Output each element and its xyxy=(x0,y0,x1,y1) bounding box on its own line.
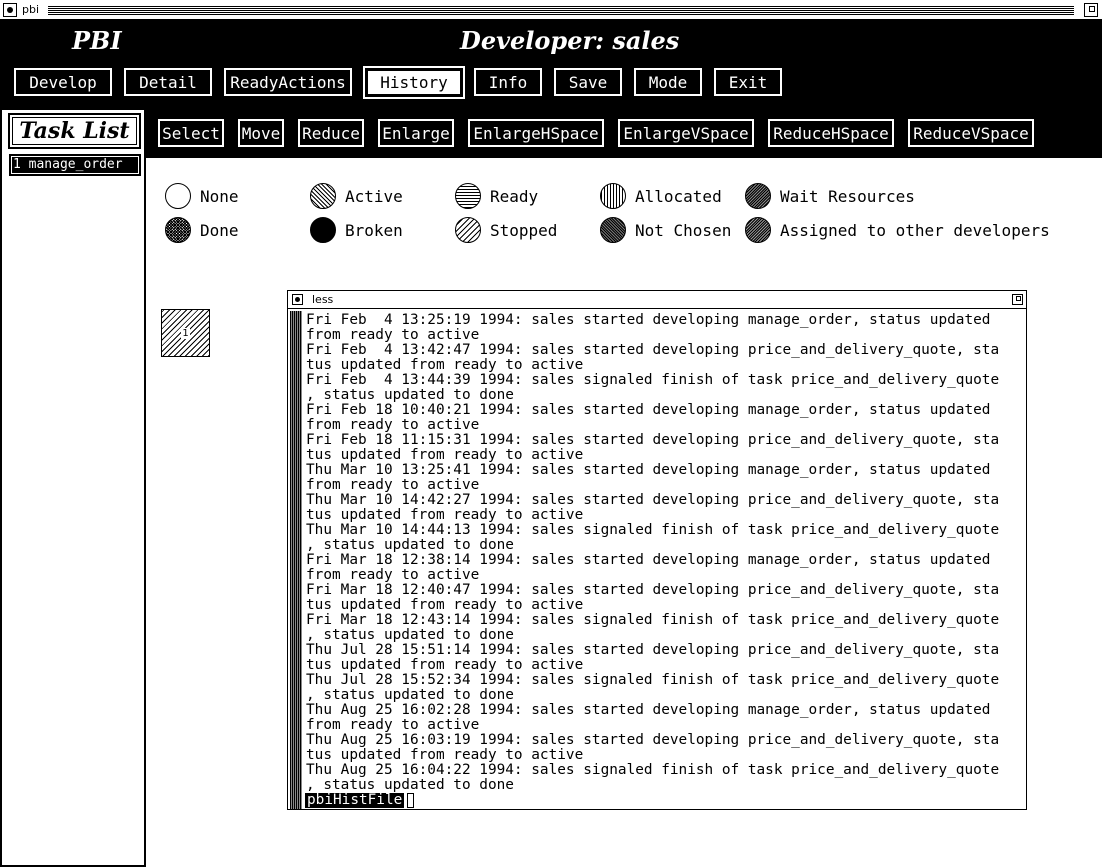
log-line: tus updated from ready to active xyxy=(306,657,584,673)
none-status-icon xyxy=(165,183,191,209)
log-line: , status updated to done xyxy=(306,537,514,553)
log-line: , status updated to done xyxy=(306,627,514,643)
legend-ready: Ready xyxy=(455,181,538,211)
app-name: PBI xyxy=(72,26,122,55)
detail-button[interactable]: Detail xyxy=(124,68,212,96)
assigned-status-icon xyxy=(745,217,771,243)
log-line: Thu Mar 10 14:44:13 1994: sales signaled… xyxy=(306,522,1000,538)
task-list-title: Task List xyxy=(8,113,141,149)
log-line: Thu Jul 28 15:52:34 1994: sales signaled… xyxy=(306,672,1000,688)
log-line: Thu Mar 10 13:25:41 1994: sales started … xyxy=(306,462,991,478)
history-log: Fri Feb 4 13:25:19 1994: sales started d… xyxy=(306,313,1028,793)
text-cursor xyxy=(407,793,414,808)
log-line: Fri Feb 18 10:40:21 1994: sales started … xyxy=(306,402,991,418)
less-resize-icon[interactable] xyxy=(1012,294,1023,305)
log-line: Fri Mar 18 12:38:14 1994: sales started … xyxy=(306,552,991,568)
info-button[interactable]: Info xyxy=(474,68,542,96)
ready-status-icon xyxy=(455,183,481,209)
window-title-bar[interactable]: pbi xyxy=(0,0,1102,20)
save-button[interactable]: Save xyxy=(554,68,622,96)
legend-assigned: Assigned to other developers xyxy=(745,215,1050,245)
active-status-icon xyxy=(310,183,336,209)
log-line: tus updated from ready to active xyxy=(306,747,584,763)
done-status-icon xyxy=(165,217,191,243)
develop-button[interactable]: Develop xyxy=(14,68,112,96)
title-bar-stripes xyxy=(48,5,1074,15)
view-toolbar: Select Move Reduce Enlarge EnlargeHSpace… xyxy=(146,110,1102,158)
ready-actions-button[interactable]: ReadyActions xyxy=(224,68,352,96)
log-line: tus updated from ready to active xyxy=(306,507,584,523)
mode-button[interactable]: Mode xyxy=(634,68,702,96)
log-line: tus updated from ready to active xyxy=(306,357,584,373)
log-line: from ready to active xyxy=(306,417,480,433)
legend-none: None xyxy=(165,181,239,211)
reduce-vspace-button[interactable]: ReduceVSpace xyxy=(908,119,1034,147)
less-title-bar[interactable]: less xyxy=(288,291,1026,309)
log-line: Fri Feb 18 11:15:31 1994: sales started … xyxy=(306,432,1000,448)
reduce-hspace-button[interactable]: ReduceHSpace xyxy=(768,119,894,147)
window-menu-icon[interactable] xyxy=(3,3,17,17)
log-line: from ready to active xyxy=(306,477,480,493)
legend-wait-resources: Wait Resources xyxy=(745,181,915,211)
history-button[interactable]: History xyxy=(363,66,465,99)
log-line: Fri Mar 18 12:43:14 1994: sales signaled… xyxy=(306,612,1000,628)
log-line: Thu Jul 28 15:51:14 1994: sales started … xyxy=(306,642,1000,658)
task-node-label: 1 xyxy=(181,327,190,339)
wait-resources-status-icon xyxy=(745,183,771,209)
enlarge-vspace-button[interactable]: EnlargeVSpace xyxy=(618,119,754,147)
enlarge-hspace-button[interactable]: EnlargeHSpace xyxy=(468,119,604,147)
task-node[interactable]: 1 xyxy=(161,309,210,357)
log-line: Thu Mar 10 14:42:27 1994: sales started … xyxy=(306,492,1000,508)
log-line: Thu Aug 25 16:04:22 1994: sales signaled… xyxy=(306,762,1000,778)
less-window[interactable]: less Fri Feb 4 13:25:19 1994: sales star… xyxy=(287,290,1027,810)
log-line: tus updated from ready to active xyxy=(306,447,584,463)
log-line: Fri Feb 4 13:42:47 1994: sales started d… xyxy=(306,342,1000,358)
not-chosen-status-icon xyxy=(600,217,626,243)
allocated-status-icon xyxy=(600,183,626,209)
legend-stopped: Stopped xyxy=(455,215,557,245)
enlarge-button[interactable]: Enlarge xyxy=(378,119,454,147)
legend-done: Done xyxy=(165,215,239,245)
log-line: from ready to active xyxy=(306,567,480,583)
less-prompt: pbiHistFile xyxy=(305,792,405,808)
legend-broken: Broken xyxy=(310,215,403,245)
log-line: Fri Feb 4 13:25:19 1994: sales started d… xyxy=(306,313,991,328)
log-line: Thu Aug 25 16:03:19 1994: sales started … xyxy=(306,732,1000,748)
window-title: pbi xyxy=(22,3,40,16)
log-line: Fri Feb 4 13:44:39 1994: sales signaled … xyxy=(306,372,1000,388)
log-line: Fri Mar 18 12:40:47 1994: sales started … xyxy=(306,582,1000,598)
reduce-button[interactable]: Reduce xyxy=(298,119,364,147)
window-resize-icon[interactable] xyxy=(1084,3,1098,17)
move-button[interactable]: Move xyxy=(238,119,284,147)
task-list-item[interactable]: 1 manage_order xyxy=(9,154,141,176)
less-menu-icon[interactable] xyxy=(292,294,303,305)
legend-allocated: Allocated xyxy=(600,181,722,211)
log-line: , status updated to done xyxy=(306,777,514,793)
developer-title: Developer: sales xyxy=(460,26,680,55)
log-line: , status updated to done xyxy=(306,687,514,703)
legend-not-chosen: Not Chosen xyxy=(600,215,731,245)
log-line: tus updated from ready to active xyxy=(306,597,584,613)
log-line: Thu Aug 25 16:02:28 1994: sales started … xyxy=(306,702,991,718)
broken-status-icon xyxy=(310,217,336,243)
log-line: from ready to active xyxy=(306,327,480,343)
less-scrollbar[interactable] xyxy=(290,311,302,809)
select-button[interactable]: Select xyxy=(158,119,224,147)
stopped-status-icon xyxy=(455,217,481,243)
task-list-panel: Task List 1 manage_order xyxy=(0,110,146,867)
exit-button[interactable]: Exit xyxy=(714,68,782,96)
less-title: less xyxy=(312,293,334,306)
log-line: , status updated to done xyxy=(306,387,514,403)
app-header: PBI Developer: sales Develop Detail Read… xyxy=(0,20,1102,110)
legend-active: Active xyxy=(310,181,403,211)
log-line: from ready to active xyxy=(306,717,480,733)
